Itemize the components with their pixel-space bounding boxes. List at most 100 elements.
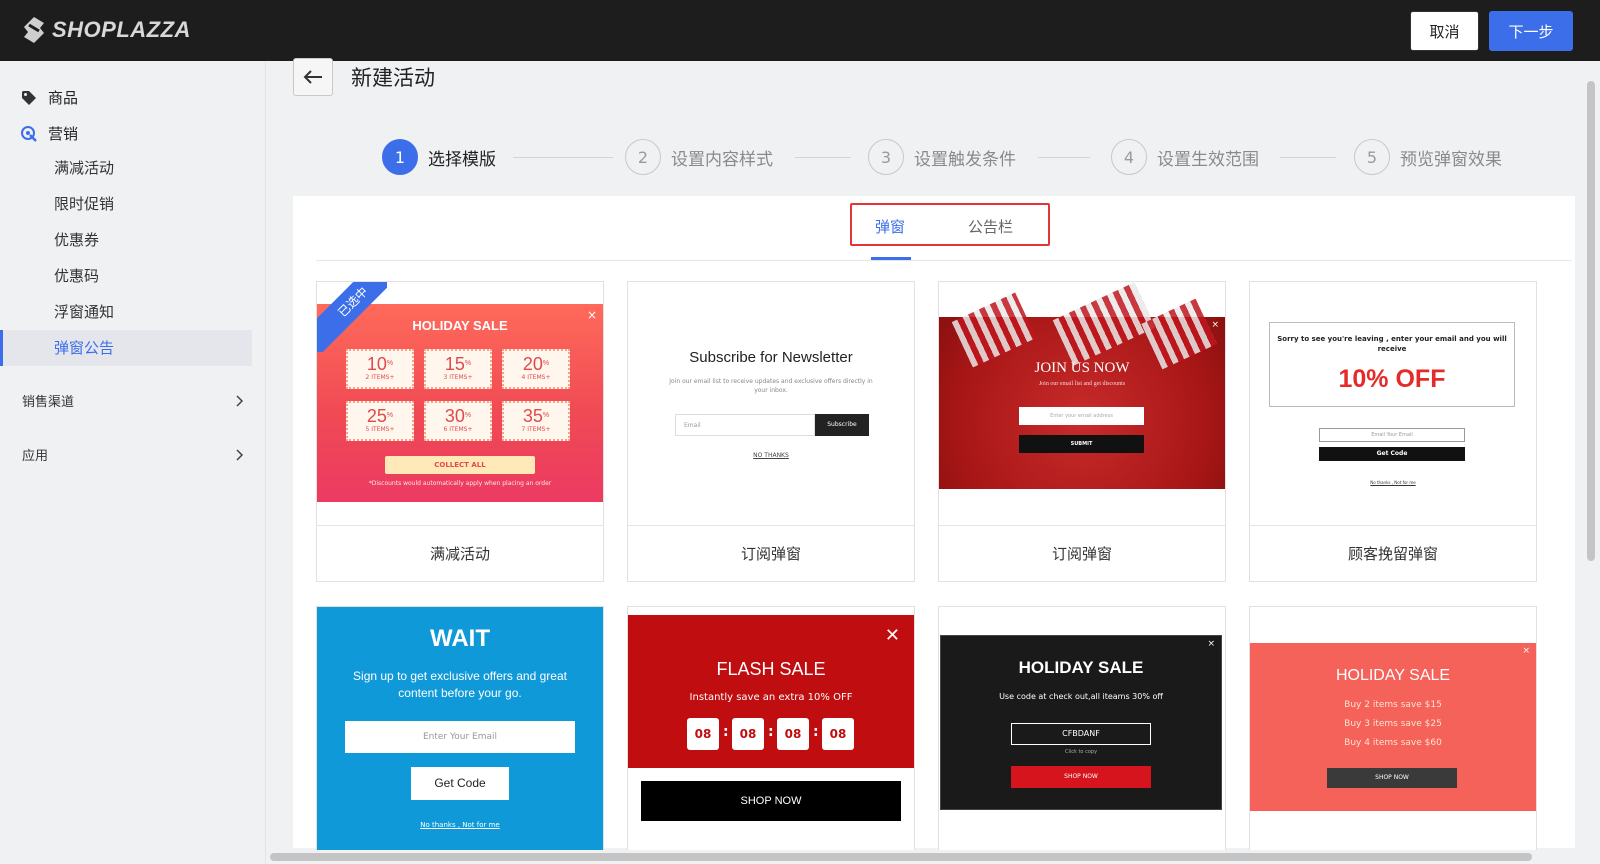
- template-card-retention[interactable]: Sorry to see you're leaving , enter your…: [1249, 281, 1537, 582]
- template-preview: Sorry to see you're leaving , enter your…: [1250, 282, 1536, 525]
- close-icon: ×: [586, 308, 597, 322]
- coupon-tile: 30% 6 ITEMS+: [424, 401, 492, 441]
- next-step-button[interactable]: 下一步: [1489, 11, 1573, 51]
- preview-subtitle: Instantly save an extra 10% OFF: [689, 692, 853, 703]
- coupon-items: 7 ITEMS+: [521, 426, 551, 433]
- step-2[interactable]: 2 设置内容样式: [625, 139, 773, 175]
- vertical-scrollbar[interactable]: [1584, 61, 1598, 864]
- template-card-subscribe-2[interactable]: JOIN US NOW Join our email list and get …: [938, 281, 1226, 582]
- step-label: 设置内容样式: [671, 149, 773, 170]
- top-bar: SHOPLAZZA 取消 下一步: [0, 0, 1600, 61]
- template-name: 订阅弹窗: [628, 525, 914, 581]
- template-preview: JOIN US NOW Join our email list and get …: [939, 282, 1225, 525]
- countdown-box: 08: [777, 718, 809, 750]
- percent-sign: %: [542, 360, 550, 367]
- step-number: 5: [1354, 139, 1390, 175]
- step-5[interactable]: 5 预览弹窗效果: [1354, 139, 1502, 175]
- no-thanks-link: No thanks , Not for me: [420, 821, 500, 829]
- preview-note: *Discounts would automatically apply whe…: [368, 480, 552, 487]
- email-field: Enter Your Email: [345, 721, 575, 753]
- submit-button: SUBMIT: [1019, 435, 1144, 453]
- preview-title: WAIT: [430, 625, 490, 652]
- page-title: 新建活动: [351, 66, 435, 90]
- sidebar-subitem-floating-notice[interactable]: 浮窗通知: [0, 294, 252, 330]
- countdown-colon: :: [723, 724, 729, 740]
- tab-popup[interactable]: 弹窗: [875, 216, 905, 237]
- cancel-button[interactable]: 取消: [1410, 11, 1479, 51]
- horizontal-scrollbar[interactable]: [266, 850, 1584, 864]
- preview-text: Sorry to see you're leaving , enter your…: [1277, 335, 1507, 353]
- template-card-subscribe-1[interactable]: Subscribe for Newsletter Join our email …: [627, 281, 915, 582]
- coupon-tile: 35% 7 ITEMS+: [502, 401, 570, 441]
- chevron-right-icon: [236, 448, 244, 461]
- close-icon: ✕: [884, 625, 900, 646]
- template-preview: Subscribe for Newsletter Join our email …: [628, 282, 914, 525]
- sidebar-item-sales-channels[interactable]: 销售渠道: [22, 391, 244, 410]
- close-icon: ×: [1522, 646, 1530, 656]
- sidebar-item-products[interactable]: 商品: [20, 87, 78, 108]
- sidebar-item-label: 营销: [48, 125, 79, 143]
- horizontal-scrollbar-thumb[interactable]: [270, 853, 1532, 861]
- tab-announcement-bar[interactable]: 公告栏: [968, 216, 1013, 237]
- coupon-items: 2 ITEMS+: [365, 374, 395, 381]
- collect-all-button: COLLECT ALL: [385, 456, 535, 474]
- sidebar-subitem-flash-sale[interactable]: 限时促销: [0, 186, 252, 222]
- preview-subtitle: Join our email list and get discounts: [1038, 381, 1126, 387]
- sidebar-item-label: 商品: [48, 89, 79, 107]
- coupon-tile: 20% 4 ITEMS+: [502, 349, 570, 389]
- shop-now-button: SHOP NOW: [1327, 768, 1457, 788]
- preview-title: HOLIDAY SALE: [1335, 667, 1451, 684]
- step-3[interactable]: 3 设置触发条件: [868, 139, 1016, 175]
- coupon-items: 6 ITEMS+: [443, 426, 473, 433]
- offer-line: Buy 3 items save $25: [1344, 719, 1442, 729]
- step-1[interactable]: 1 选择模版: [382, 139, 496, 175]
- template-name: 满减活动: [317, 525, 603, 581]
- coupon-percent: 15: [444, 354, 465, 374]
- coupon-items: 3 ITEMS+: [443, 374, 473, 381]
- coupon-percent: 25: [366, 406, 387, 426]
- template-card-wait[interactable]: WAIT Sign up to get exclusive offers and…: [316, 606, 604, 864]
- coupon-percent: 10: [366, 354, 387, 374]
- template-card-flash-sale[interactable]: ✕ FLASH SALE Instantly save an extra 10%…: [627, 606, 915, 864]
- sidebar-item-label: 应用: [22, 449, 49, 464]
- offer-value: 10% OFF: [1338, 365, 1446, 393]
- coupon-percent: 30: [444, 406, 465, 426]
- preview-title: FLASH SALE: [716, 659, 826, 679]
- sidebar-item-label: 销售渠道: [22, 395, 75, 410]
- sidebar: 商品 营销 满减活动 限时促销 优惠券 优惠码 浮窗通知 弹窗公告 销售渠道 应…: [0, 61, 266, 864]
- coupon-items: 5 ITEMS+: [365, 426, 395, 433]
- shoplazza-logo-icon: [24, 17, 44, 43]
- template-name: 顾客挽留弹窗: [1250, 525, 1536, 581]
- percent-sign: %: [464, 412, 472, 419]
- vertical-scrollbar-thumb[interactable]: [1587, 81, 1595, 561]
- preview-subtitle: Sign up to get exclusive offers and grea…: [353, 669, 567, 700]
- back-button[interactable]: [293, 58, 333, 96]
- sidebar-subitem-discount-code[interactable]: 优惠码: [0, 258, 252, 294]
- close-icon: ×: [1211, 320, 1219, 330]
- sidebar-subitem-coupon[interactable]: 优惠券: [0, 222, 252, 258]
- template-card-full-reduction[interactable]: HOLIDAY SALE × 10% 2 ITEMS+ 15% 3 ITEMS+…: [316, 281, 604, 582]
- sidebar-subitem-popup-announcement[interactable]: 弹窗公告: [0, 330, 252, 366]
- sidebar-item-apps[interactable]: 应用: [22, 445, 244, 464]
- email-field: Email Your Email: [1319, 428, 1465, 442]
- template-card-holiday-dark[interactable]: × HOLIDAY SALE Use code at check out,all…: [938, 606, 1226, 864]
- flash-sale-popup-preview: ✕ FLASH SALE Instantly save an extra 10%…: [628, 615, 914, 768]
- shop-now-button: SHOP NOW: [1011, 766, 1151, 788]
- preview-subtitle: Join our email list to receive updates a…: [669, 378, 873, 394]
- preview-title: Subscribe for Newsletter: [689, 349, 853, 366]
- template-card-holiday-salmon[interactable]: × HOLIDAY SALE Buy 2 items save $15 Buy …: [1249, 606, 1537, 864]
- step-label: 选择模版: [428, 149, 496, 170]
- coupon-tile: 25% 5 ITEMS+: [346, 401, 414, 441]
- percent-sign: %: [386, 360, 394, 367]
- step-4[interactable]: 4 设置生效范围: [1111, 139, 1259, 175]
- chevron-right-icon: [236, 394, 244, 407]
- sidebar-subitem-full-reduction[interactable]: 满减活动: [0, 150, 252, 186]
- countdown-colon: :: [768, 724, 774, 740]
- no-thanks-link: NO THANKS: [753, 452, 789, 459]
- no-thanks-link: No thanks , Not for me: [1370, 480, 1416, 485]
- shoplazza-logo[interactable]: SHOPLAZZA: [22, 16, 191, 44]
- copy-hint: Click to copy: [1064, 749, 1098, 755]
- sidebar-item-marketing[interactable]: 营销: [20, 123, 78, 144]
- email-field: Enter your email address: [1019, 407, 1144, 425]
- subscribe-button: Subscribe: [815, 414, 869, 436]
